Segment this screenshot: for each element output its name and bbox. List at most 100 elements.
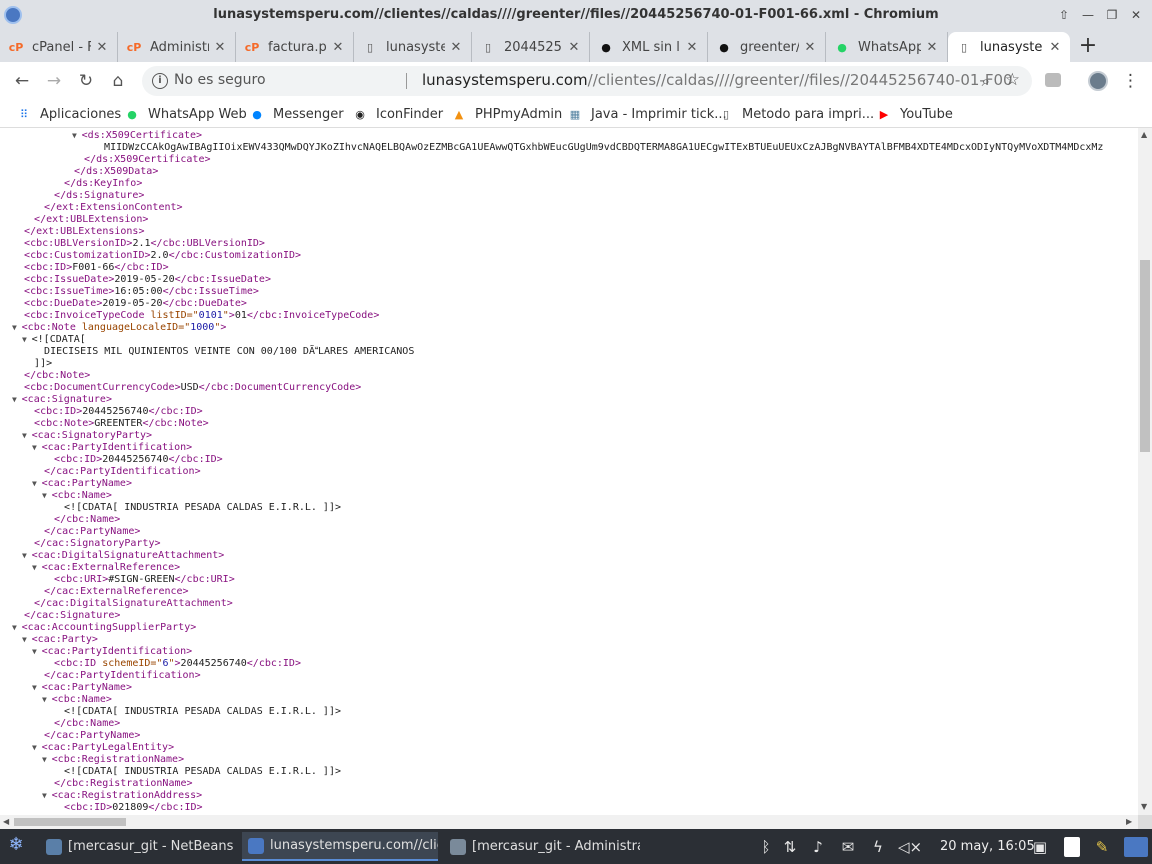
tag-bracket: > [186, 442, 193, 453]
bookmark-8[interactable]: ▶ YouTube [876, 105, 953, 123]
reload-button[interactable]: ↻ [76, 71, 96, 91]
menu-icon[interactable]: ⋮ [1122, 71, 1139, 91]
extension-icon[interactable] [1045, 73, 1061, 87]
bookmark-star-icon[interactable]: ☆ [1005, 70, 1020, 90]
start-menu-icon[interactable]: ❄ [6, 835, 26, 855]
bookmark-5[interactable]: ▲ PHPmyAdmin [451, 105, 562, 123]
collapse-toggle-icon[interactable]: ▼ [22, 335, 32, 344]
taskbar-item-2[interactable]: lunasystemsperu.com//client... [242, 832, 438, 861]
tab-close-icon[interactable]: ✕ [685, 40, 699, 55]
scroll-down-icon[interactable]: ▼ [1141, 802, 1147, 811]
volume-muted-icon[interactable]: ◁× [898, 837, 922, 857]
system-monitor-icon[interactable] [1064, 837, 1080, 857]
tab-close-icon[interactable]: ✕ [803, 40, 817, 55]
tab-9[interactable]: ▯ lunasyste ✕ [948, 32, 1070, 62]
url-text[interactable]: lunasystemsperu.com//clientes//caldas///… [422, 71, 1012, 89]
minimize-button[interactable]: — [1078, 5, 1098, 25]
collapse-toggle-icon[interactable]: ▼ [42, 491, 52, 500]
collapse-toggle-icon[interactable]: ▼ [32, 683, 42, 692]
maximize-button[interactable]: ❐ [1102, 5, 1122, 25]
collapse-toggle-icon[interactable]: ▼ [32, 563, 42, 572]
vertical-scroll-thumb[interactable] [1140, 260, 1150, 452]
xml-line: </ext:UBLExtensions> [12, 226, 144, 238]
bookmark-4[interactable]: ◉ IconFinder [352, 105, 443, 123]
bookmark-1[interactable]: ⠿ Aplicaciones [16, 105, 121, 123]
collapse-toggle-icon[interactable]: ▼ [42, 695, 52, 704]
collapse-toggle-icon[interactable]: ▼ [72, 131, 82, 140]
collapse-toggle-icon[interactable]: ▼ [22, 635, 32, 644]
tab-close-icon[interactable]: ✕ [213, 40, 227, 55]
zoom-icon[interactable]: ⌕ [982, 72, 990, 90]
notes-icon[interactable]: ✎ [1088, 837, 1116, 857]
line-gutter [12, 610, 24, 621]
avatar[interactable] [1088, 71, 1108, 91]
xml-tag-name: cbc:ID [160, 406, 197, 417]
tab-4[interactable]: ▯ lunasyste ✕ [354, 32, 472, 62]
tag-bracket: > [258, 238, 265, 249]
forward-button[interactable]: → [44, 71, 64, 91]
tab-3[interactable]: cP factura.pl ✕ [236, 32, 354, 62]
collapse-toggle-icon[interactable]: ▼ [42, 791, 52, 800]
network-transfer-icon[interactable]: ⇅ [780, 837, 800, 857]
vertical-scrollbar[interactable]: ▲ ▼ [1138, 128, 1152, 815]
xml-text: ]]> [34, 358, 53, 369]
window-up-icon[interactable]: ⇧ [1054, 5, 1074, 25]
tab-6[interactable]: ● XML sin li ✕ [590, 32, 708, 62]
line-gutter [12, 310, 24, 321]
desktop-icon[interactable] [1124, 837, 1148, 857]
back-button[interactable]: ← [12, 71, 32, 91]
tab-close-icon[interactable]: ✕ [331, 40, 345, 55]
xml-tag-name: cac:Signature [27, 394, 106, 405]
collapse-toggle-icon[interactable]: ▼ [22, 431, 32, 440]
collapse-toggle-icon[interactable]: ▼ [12, 395, 22, 404]
notification-bell-icon[interactable]: ♪ [808, 837, 828, 857]
horizontal-scroll-thumb[interactable] [14, 818, 126, 826]
power-icon[interactable]: ϟ [868, 837, 888, 857]
scroll-left-icon[interactable]: ◀ [3, 817, 9, 826]
scroll-up-icon[interactable]: ▲ [1141, 130, 1147, 139]
scroll-right-icon[interactable]: ▶ [1126, 817, 1132, 826]
taskbar-item-3[interactable]: [mercasur_git - Administrad... [444, 832, 640, 861]
collapse-toggle-icon[interactable]: ▼ [32, 443, 42, 452]
collapse-toggle-icon[interactable]: ▼ [12, 323, 22, 332]
tab-close-icon[interactable]: ✕ [449, 40, 463, 55]
bluetooth-icon[interactable]: ᛒ [756, 837, 776, 857]
collapse-toggle-icon[interactable]: ▼ [22, 551, 32, 560]
clock[interactable]: 20 may, 16:05 [940, 839, 1035, 854]
tab-close-icon[interactable]: ✕ [567, 40, 581, 55]
line-gutter [12, 286, 24, 297]
new-tab-button[interactable]: + [1076, 35, 1100, 59]
tab-2[interactable]: cP Administr ✕ [118, 32, 236, 62]
tag-bracket: > [114, 718, 121, 729]
tab-5[interactable]: ▯ 2044525(✕ [472, 32, 590, 62]
home-button[interactable]: ⌂ [108, 71, 128, 91]
line-gutter [12, 238, 24, 249]
xml-line: </cac:PartyName> [32, 526, 140, 538]
tag-bracket: > [134, 526, 141, 537]
xml-value: 20445256740 [180, 658, 247, 669]
close-window-button[interactable]: ✕ [1126, 5, 1146, 25]
collapse-toggle-icon[interactable]: ▼ [12, 623, 22, 632]
tab-1[interactable]: cP cPanel - F ✕ [0, 32, 118, 62]
tag-bracket: > [136, 178, 143, 189]
collapse-toggle-icon[interactable]: ▼ [32, 647, 42, 656]
tab-close-icon[interactable]: ✕ [925, 40, 939, 55]
horizontal-scrollbar[interactable]: ◀ ▶ [0, 815, 1138, 829]
bookmark-7[interactable]: ▯ Metodo para impri... [718, 105, 874, 123]
line-gutter [12, 370, 24, 381]
info-icon[interactable]: i [152, 73, 168, 89]
bookmark-6[interactable]: ▦ Java - Imprimir tick... [567, 105, 727, 123]
screenshot-icon[interactable]: ▣ [1028, 837, 1052, 857]
tab-7[interactable]: ● greenter/ ✕ [708, 32, 826, 62]
collapse-toggle-icon[interactable]: ▼ [42, 755, 52, 764]
mail-icon[interactable]: ✉ [838, 837, 858, 857]
tab-8[interactable]: ● WhatsApp ✕ [826, 32, 948, 62]
tab-close-icon[interactable]: ✕ [1048, 40, 1062, 55]
bookmark-2[interactable]: ● WhatsApp Web [124, 105, 247, 123]
collapse-toggle-icon[interactable]: ▼ [32, 479, 42, 488]
bookmark-3[interactable]: ● Messenger [249, 105, 343, 123]
address-bar[interactable]: i No es seguro lunasystemsperu.com//clie… [142, 66, 1032, 96]
collapse-toggle-icon[interactable]: ▼ [32, 743, 42, 752]
taskbar-item-1[interactable]: [mercasur_git - NetBeans ID... [40, 832, 236, 861]
tab-close-icon[interactable]: ✕ [95, 40, 109, 55]
